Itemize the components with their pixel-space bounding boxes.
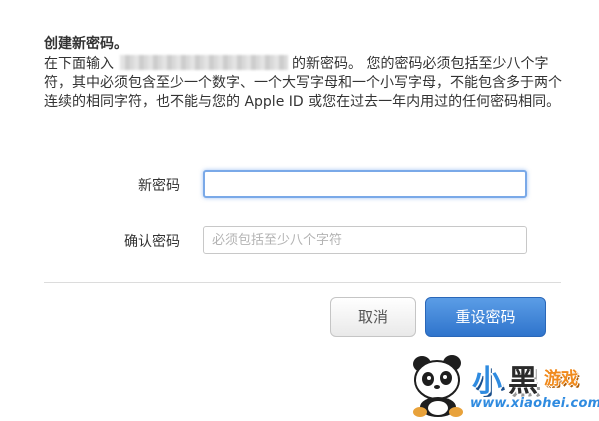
new-password-label: 新密码: [138, 178, 180, 194]
instructions-text: 在下面输入 的新密码。 您的密码必须包括至少八个字符，其中必须包含至少一个数字、一…: [44, 55, 564, 112]
redacted-apple-id: [120, 55, 288, 70]
confirm-password-label: 确认密码: [124, 234, 180, 250]
watermark-word-game: 游戏: [544, 369, 578, 389]
watermark-char-hei: 黑: [508, 364, 538, 399]
confirm-password-field[interactable]: [203, 226, 527, 254]
instructions-prefix: 在下面输入: [44, 56, 114, 72]
new-password-field[interactable]: [203, 170, 527, 198]
panda-logo-icon: [413, 355, 463, 417]
form-divider: [44, 282, 561, 283]
cancel-button[interactable]: 取消: [330, 297, 416, 337]
watermark-char-xiao: 小: [472, 364, 502, 399]
site-watermark: 小 黑 游戏 www.xiaohei.com: [408, 352, 599, 418]
reset-password-button[interactable]: 重设密码: [425, 297, 546, 337]
watermark-url: www.xiaohei.com: [470, 396, 599, 411]
dialog-heading: 创建新密码。: [44, 36, 128, 52]
